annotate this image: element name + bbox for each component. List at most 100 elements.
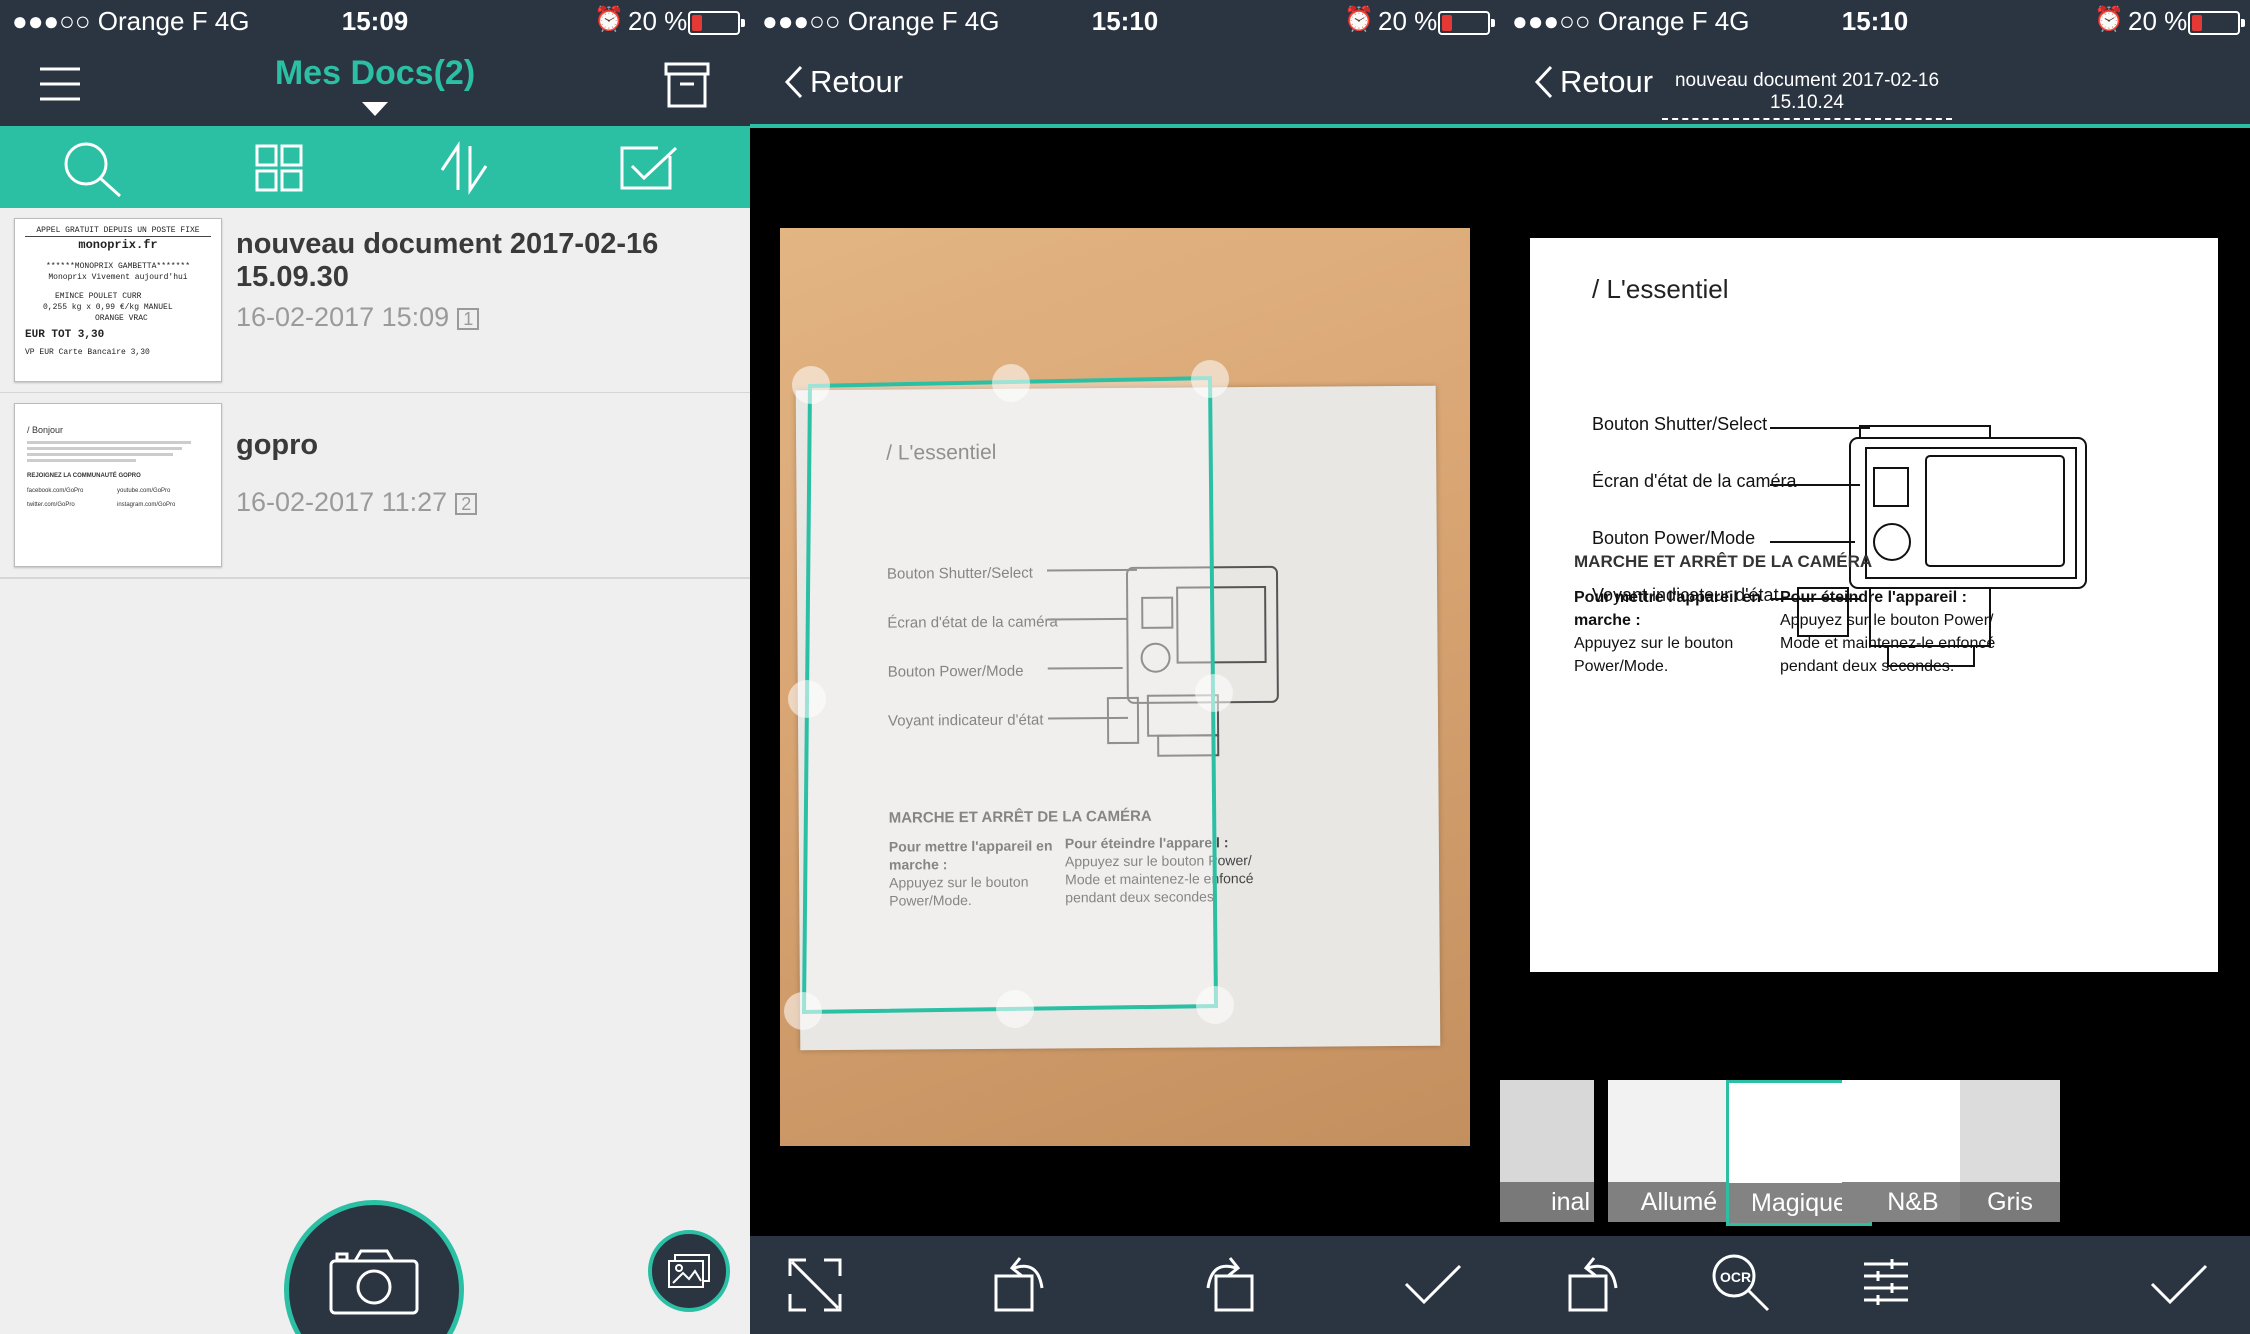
power-off-text: Appuyez sur le bouton Power/ — [1780, 612, 1994, 629]
battery-icon — [1438, 11, 1495, 35]
receipt-line: ORANGE VRAC — [95, 314, 148, 323]
select-checkbox-icon[interactable] — [620, 144, 678, 197]
receipt-line: EUR TOT 3,30 — [25, 329, 105, 341]
power-on-text: Appuyez sur le bouton Power/Mode. — [889, 873, 1029, 909]
processed-page: / L'essentiel Bouton Shutter/Select Écra… — [1530, 238, 2218, 972]
battery-percent: 20 % — [628, 6, 688, 36]
label-text: Écran d'état de la caméra — [887, 613, 1058, 632]
toolbar — [0, 126, 750, 208]
crop-handle[interactable] — [788, 680, 826, 718]
crop-screen: ●●●○○ Orange F 4G 15:10 ⏰ 20 % Retour / … — [750, 0, 1500, 1334]
rotate-left-icon[interactable] — [992, 1254, 1050, 1319]
document-thumbnail: / Bonjour REJOIGNEZ LA COMMUNAUTÉ GOPRO … — [14, 403, 222, 567]
power-off-title: Pour éteindre l'appareil : — [1780, 589, 1967, 606]
filter-tile[interactable]: inal — [1500, 1080, 1594, 1222]
power-on-block: Pour mettre l'appareil en marche : Appuye… — [889, 836, 1069, 909]
document-name-field[interactable]: nouveau document 2017-02-16 15.10.24 — [1662, 70, 1952, 120]
list-item[interactable]: APPEL GRATUIT DEPUIS UN POSTE FIXE monop… — [0, 208, 750, 394]
import-gallery-button[interactable] — [648, 1230, 730, 1312]
sort-icon[interactable] — [436, 140, 492, 201]
docs-list-screen: ●●●○○ Orange F 4G 15:09 ⏰ 20 % Mes Docs(… — [0, 0, 750, 1334]
rotate-left-icon[interactable] — [1566, 1254, 1624, 1319]
camera-button[interactable] — [284, 1200, 464, 1334]
thumb-line: REJOIGNEZ LA COMMUNAUTÉ GOPRO — [27, 473, 141, 479]
bottom-toolbar — [750, 1236, 1500, 1334]
document-meta: 16-02-2017 11:27 2 — [236, 487, 478, 518]
battery-icon — [2188, 11, 2245, 35]
label-text: Bouton Shutter/Select — [1592, 414, 1768, 434]
caret-down-icon — [362, 102, 388, 116]
power-on-block: Pour mettre l'appareil en marche : Appuye… — [1574, 586, 1780, 678]
page-title: Mes Docs(2) — [274, 54, 476, 92]
receipt-line: VP EUR Carte Bancaire 3,30 — [25, 348, 150, 357]
grid-view-icon[interactable] — [255, 144, 303, 197]
gallery-icon — [668, 1254, 710, 1288]
confirm-check-icon[interactable] — [2150, 1262, 2208, 1311]
thumb-line: facebook.com/GoPro — [27, 488, 84, 494]
expand-icon[interactable] — [788, 1258, 842, 1317]
page-heading: / L'essentiel — [1592, 274, 1729, 304]
label-text: Bouton Shutter/Select — [886, 564, 1033, 583]
section-heading: MARCHE ET ARRÊT DE LA CAMÉRA — [1574, 552, 1873, 571]
back-label: Retour — [1560, 63, 1654, 99]
receipt-line: Monoprix Vivement aujourd'hui — [48, 273, 188, 282]
chevron-left-icon — [1534, 65, 1553, 98]
crop-handle[interactable] — [1196, 986, 1234, 1024]
receipt-line: APPEL GRATUIT DEPUIS UN POSTE FIXE — [25, 225, 211, 237]
crop-handle[interactable] — [792, 366, 830, 404]
document-title: nouveau document 2017-02-16 15.09.30 — [236, 228, 659, 293]
back-button[interactable]: Retour — [1534, 62, 1653, 100]
thumb-line: / Bonjour — [27, 425, 64, 435]
back-button[interactable]: Retour — [784, 62, 903, 100]
label-text: Voyant indicateur d'état — [887, 711, 1044, 730]
paper-sheet: / L'essentiel Bouton Shutter/Select Écra… — [795, 385, 1441, 1051]
page-count-badge: 1 — [457, 307, 480, 330]
document-date: 16-02-2017 15:09 — [236, 302, 450, 332]
captured-photo: / L'essentiel Bouton Shutter/Select Écra… — [780, 228, 1470, 1146]
document-name-text: nouveau document 2017-02-16 15.10.24 — [1674, 70, 1940, 113]
document-title: gopro — [236, 429, 319, 461]
title-dropdown[interactable]: Mes Docs(2) — [0, 54, 750, 116]
label-text: Écran d'état de la caméra — [1592, 471, 1797, 491]
crop-handle[interactable] — [996, 990, 1034, 1028]
power-off-text: pendant deux secondes. — [1780, 658, 1955, 675]
ocr-icon[interactable]: OCR — [1710, 1252, 1770, 1319]
back-label: Retour — [810, 63, 904, 99]
power-on-text: Appuyez sur le bouton Power/Mode. — [1574, 635, 1734, 675]
accent-line — [1500, 124, 2250, 128]
receipt-line: EMINCE POULET CURR — [55, 292, 142, 301]
accent-line — [750, 124, 1500, 128]
document-thumbnail: APPEL GRATUIT DEPUIS UN POSTE FIXE monop… — [14, 218, 222, 382]
power-off-text: Appuyez sur le bouton Power/ — [1064, 852, 1252, 870]
power-off-text: Mode et maintenez-le enfoncé — [1780, 635, 1996, 652]
filter-label: Gris — [1960, 1182, 2060, 1222]
page-count-badge: 2 — [455, 492, 478, 515]
receipt-line: monoprix.fr — [78, 238, 158, 252]
crop-handle[interactable] — [1195, 674, 1233, 712]
battery-icon — [688, 11, 745, 35]
section-heading: MARCHE ET ARRÊT DE LA CAMÉRA — [888, 807, 1152, 827]
label-text: Bouton Power/Mode — [887, 662, 1024, 681]
chevron-left-icon — [784, 65, 803, 98]
power-on-title: Pour mettre l'appareil en marche : — [1574, 589, 1761, 629]
crop-handle[interactable] — [784, 992, 822, 1030]
battery-percent: 20 % — [2128, 6, 2188, 36]
alarm-icon: ⏰ — [2094, 6, 2124, 33]
document-meta: 16-02-2017 15:09 1 — [236, 302, 480, 333]
rotate-right-icon[interactable] — [1200, 1254, 1258, 1319]
power-off-text: pendant deux secondes. — [1065, 888, 1218, 906]
filter-tile[interactable]: Gris — [1960, 1080, 2060, 1222]
adjust-sliders-icon[interactable] — [1862, 1258, 1910, 1313]
battery-percent: 20 % — [1378, 6, 1438, 36]
crop-handle[interactable] — [992, 364, 1030, 402]
search-icon[interactable] — [62, 140, 122, 203]
archive-icon[interactable] — [664, 62, 710, 113]
power-off-block: Pour éteindre l'appareil : Appuyez sur l… — [1065, 833, 1255, 906]
list-item[interactable]: / Bonjour REJOIGNEZ LA COMMUNAUTÉ GOPRO … — [0, 393, 750, 579]
confirm-check-icon[interactable] — [1404, 1262, 1462, 1311]
svg-text:OCR: OCR — [1720, 1269, 1751, 1285]
document-date: 16-02-2017 11:27 — [236, 487, 448, 517]
crop-handle[interactable] — [1191, 360, 1229, 398]
status-bar: ●●●○○ Orange F 4G 15:10 ⏰ 20 % — [750, 0, 1500, 40]
power-off-text: Mode et maintenez-le enfoncé — [1065, 870, 1254, 888]
